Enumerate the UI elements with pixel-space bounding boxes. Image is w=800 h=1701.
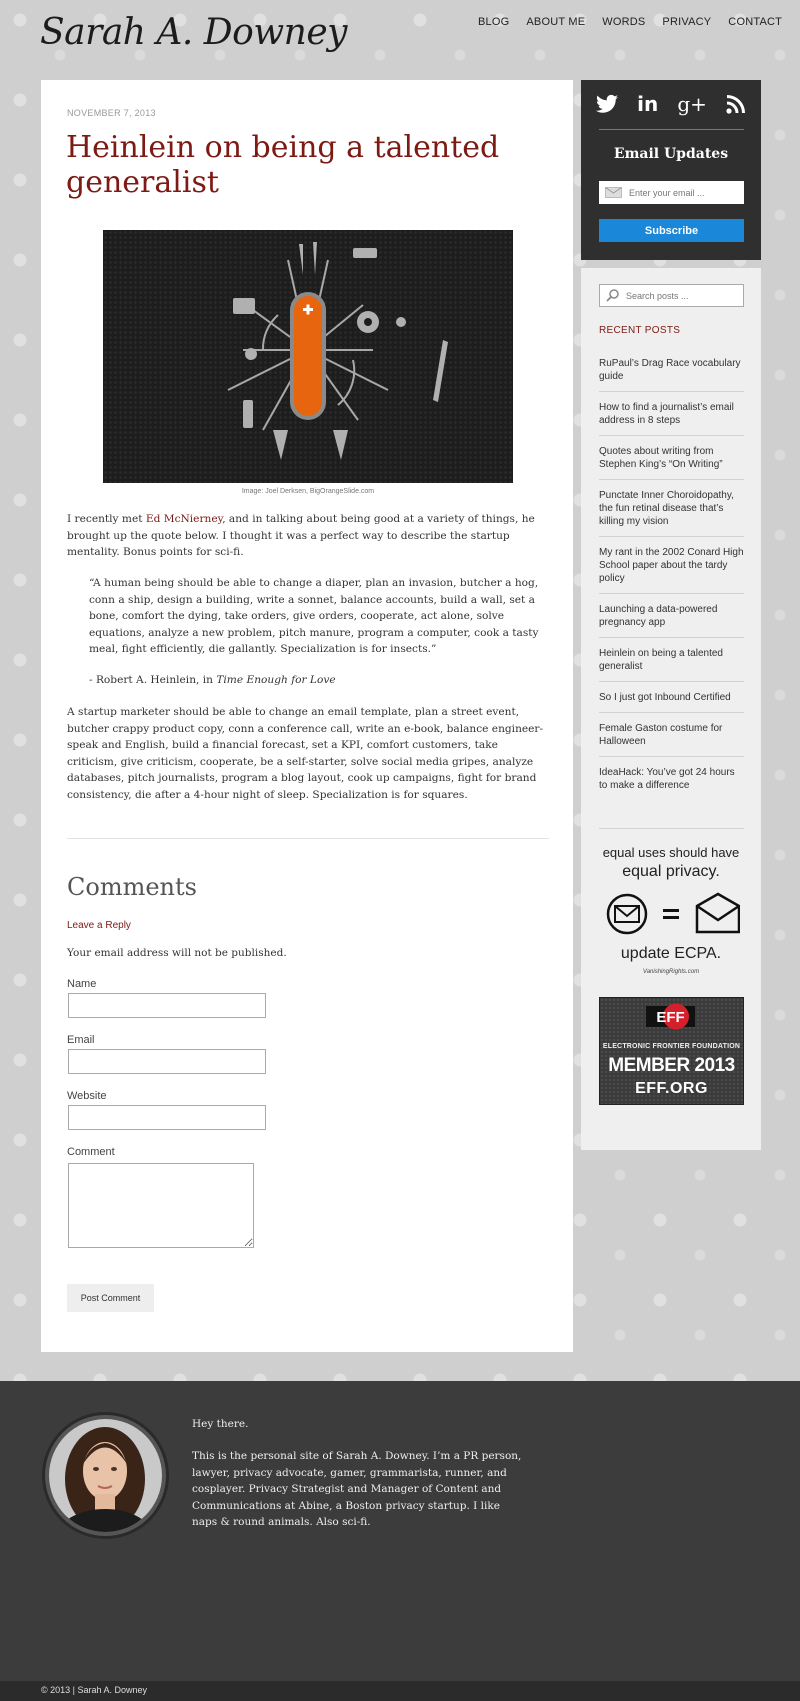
copyright-text: © 2013 | Sarah A. Downey: [41, 1685, 148, 1695]
email-placeholder: Enter your email ...: [629, 187, 705, 198]
swiss-army-knife-illustration: [227, 242, 448, 460]
recent-post-item[interactable]: My rant in the 2002 Conard High School p…: [599, 537, 744, 594]
website-field[interactable]: [68, 1105, 266, 1130]
comments-heading: Comments: [67, 873, 197, 901]
nav-privacy[interactable]: PRIVACY: [662, 16, 711, 28]
comment-label: Comment: [67, 1146, 115, 1158]
leave-reply-heading: Leave a Reply: [67, 920, 131, 931]
ecpa-source[interactable]: VanishingRights.com: [581, 969, 761, 975]
eff-logo-text: EFF: [656, 1009, 684, 1026]
nav-about-me[interactable]: ABOUT ME: [526, 16, 585, 28]
name-field[interactable]: [68, 993, 266, 1018]
recent-post-link[interactable]: Heinlein on being a talented generalist: [599, 647, 744, 673]
recent-post-item[interactable]: RuPaul’s Drag Race vocabulary guide: [599, 348, 744, 392]
footer-bio: This is the personal site of Sarah A. Do…: [192, 1450, 522, 1528]
post-paragraph-intro: I recently met Ed McNierney, and in talk…: [67, 511, 547, 561]
social-links: in g+: [596, 92, 746, 116]
recent-post-item[interactable]: Female Gaston costume for Halloween: [599, 713, 744, 757]
google-plus-icon[interactable]: g+: [677, 92, 707, 116]
twitter-icon[interactable]: [596, 94, 618, 114]
rss-icon[interactable]: [726, 94, 746, 114]
envelope-icon: [605, 187, 622, 198]
recent-post-link[interactable]: So I just got Inbound Certified: [599, 691, 744, 704]
email-subscribe-input[interactable]: Enter your email ...: [599, 181, 744, 204]
ecpa-line-2[interactable]: equal privacy.: [581, 863, 761, 881]
heinlein-quote: “A human being should be able to change …: [89, 577, 539, 656]
subscribe-button[interactable]: Subscribe: [599, 219, 744, 242]
recent-post-item[interactable]: So I just got Inbound Certified: [599, 682, 744, 713]
eff-foundation-text: ELECTRONIC FRONTIER FOUNDATION: [602, 1043, 741, 1050]
recent-post-link[interactable]: Punctate Inner Choroidopathy, the fun re…: [599, 489, 744, 528]
ecpa-line-1[interactable]: equal uses should have: [581, 845, 761, 860]
recent-post-item[interactable]: Quotes about writing from Stephen King’s…: [599, 436, 744, 480]
recent-post-link[interactable]: Quotes about writing from Stephen King’s…: [599, 445, 744, 471]
search-icon: [606, 289, 619, 302]
site-logo[interactable]: Sarah A. Downey: [40, 12, 348, 53]
recent-post-item[interactable]: Heinlein on being a talented generalist: [599, 638, 744, 682]
recent-post-link[interactable]: Female Gaston costume for Halloween: [599, 722, 744, 748]
author-avatar: [45, 1415, 166, 1536]
recent-posts-list: RuPaul’s Drag Race vocabulary guide How …: [599, 348, 744, 801]
recent-post-link[interactable]: Launching a data-powered pregnancy app: [599, 603, 744, 629]
post-hero-image: [103, 230, 513, 483]
recent-post-link[interactable]: How to find a journalist’s email address…: [599, 401, 744, 427]
widget-divider: [599, 828, 744, 829]
social-divider: [599, 129, 744, 130]
search-placeholder: Search posts ...: [626, 290, 689, 301]
recent-post-link[interactable]: IdeaHack: You’ve got 24 hours to make a …: [599, 766, 744, 792]
email-label: Email: [67, 1034, 95, 1046]
email-updates-heading: Email Updates: [613, 146, 729, 162]
email-icon: [695, 892, 740, 934]
eff-member-text: MEMBER 2013: [608, 1055, 735, 1076]
recent-post-item[interactable]: IdeaHack: You’ve got 24 hours to make a …: [599, 757, 744, 801]
attribution-prefix: - Robert A. Heinlein, in: [89, 674, 217, 686]
mail-icon: [606, 893, 648, 935]
main-nav: BLOG ABOUT ME WORDS PRIVACY CONTACT: [478, 16, 782, 28]
search-input[interactable]: Search posts ...: [599, 284, 744, 307]
nav-words[interactable]: WORDS: [602, 16, 645, 28]
ecpa-equal-icons[interactable]: [605, 892, 740, 936]
comment-textarea[interactable]: [68, 1163, 254, 1248]
linkedin-icon[interactable]: in: [637, 92, 658, 116]
attribution-book: Time Enough for Love: [216, 674, 336, 686]
post-date: NOVEMBER 7, 2013: [67, 108, 156, 118]
nav-blog[interactable]: BLOG: [478, 16, 509, 28]
nav-contact[interactable]: CONTACT: [728, 16, 782, 28]
ecpa-line-3[interactable]: update ECPA.: [581, 945, 761, 963]
recent-post-item[interactable]: How to find a journalist’s email address…: [599, 392, 744, 436]
recent-post-link[interactable]: RuPaul’s Drag Race vocabulary guide: [599, 357, 744, 383]
quote-attribution: - Robert A. Heinlein, in Time Enough for…: [89, 672, 489, 689]
content-divider: [67, 838, 549, 839]
recent-post-link[interactable]: My rant in the 2002 Conard High School p…: [599, 546, 744, 585]
post-title[interactable]: Heinlein on being a talented generalist: [66, 130, 546, 200]
email-not-published-note: Your email address will not be published…: [67, 947, 287, 959]
footer-greeting: Hey there.: [192, 1418, 249, 1430]
image-caption: Image: Joel Derksen, BigOrangeSlide.com: [241, 488, 375, 495]
ed-mcnierney-link[interactable]: Ed McNierney: [146, 513, 222, 525]
post-comment-button[interactable]: Post Comment: [67, 1284, 154, 1312]
email-field[interactable]: [68, 1049, 266, 1074]
intro-text-before: I recently met: [67, 513, 146, 525]
eff-logo-icon: EFF: [646, 1003, 695, 1030]
recent-post-item[interactable]: Punctate Inner Choroidopathy, the fun re…: [599, 480, 744, 537]
eff-url-text: EFF.ORG: [635, 1080, 708, 1097]
author-photo: [49, 1419, 162, 1532]
recent-posts-heading: RECENT POSTS: [599, 325, 681, 336]
post-paragraph-marketer: A startup marketer should be able to cha…: [67, 706, 544, 801]
name-label: Name: [67, 978, 97, 990]
website-label: Website: [67, 1090, 107, 1102]
recent-post-item[interactable]: Launching a data-powered pregnancy app: [599, 594, 744, 638]
